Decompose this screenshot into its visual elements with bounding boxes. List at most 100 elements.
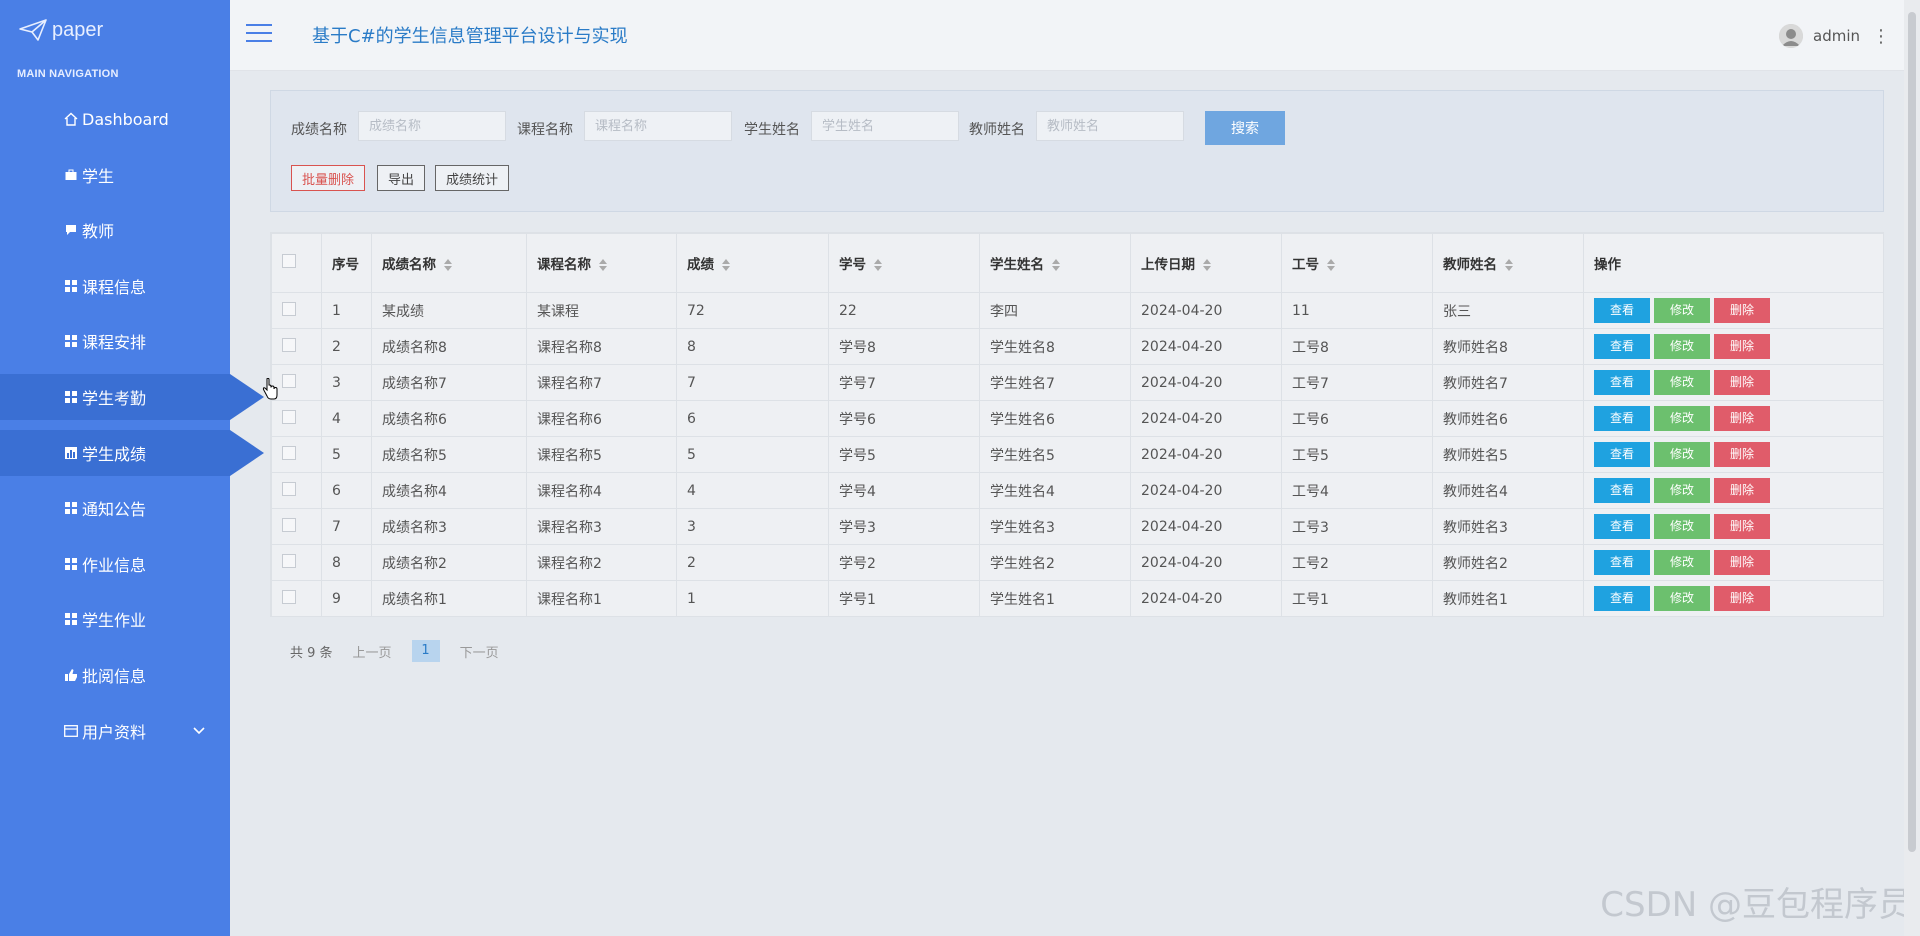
row-select-cell xyxy=(271,544,322,581)
sort-icon[interactable] xyxy=(1327,259,1335,271)
row-checkbox[interactable] xyxy=(282,553,296,568)
delete-button[interactable]: 删除 xyxy=(1714,586,1770,611)
delete-button[interactable]: 删除 xyxy=(1714,334,1770,359)
edit-button[interactable]: 修改 xyxy=(1654,442,1710,467)
scrollbar-thumb[interactable] xyxy=(1908,12,1916,852)
edit-button[interactable]: 修改 xyxy=(1654,550,1710,575)
menu-toggle-icon[interactable] xyxy=(246,24,272,44)
column-header-sortable[interactable]: 工号 xyxy=(1281,233,1433,293)
prev-page-link[interactable]: 上一页 xyxy=(353,642,392,661)
sidebar-item-student-homework[interactable]: 学生作业 xyxy=(0,596,230,642)
sidebar-item-course-info[interactable]: 课程信息 xyxy=(0,263,230,309)
sidebar-item-students[interactable]: 学生 xyxy=(0,152,230,198)
sort-icon[interactable] xyxy=(1052,259,1060,271)
grade-stats-button[interactable]: 成绩统计 xyxy=(435,165,510,191)
table-cell: 教师姓名5 xyxy=(1432,436,1584,473)
edit-button[interactable]: 修改 xyxy=(1654,586,1710,611)
sort-icon[interactable] xyxy=(444,259,452,271)
sidebar-item-label: 学生成绩 xyxy=(82,444,147,464)
view-button[interactable]: 查看 xyxy=(1594,442,1650,467)
edit-button[interactable]: 修改 xyxy=(1654,406,1710,431)
edit-button[interactable]: 修改 xyxy=(1654,298,1710,323)
delete-button[interactable]: 删除 xyxy=(1714,298,1770,323)
view-button[interactable]: 查看 xyxy=(1594,586,1650,611)
sort-icon[interactable] xyxy=(1203,259,1211,271)
teacher-name-input[interactable] xyxy=(1036,111,1184,141)
avatar[interactable] xyxy=(1779,24,1803,48)
table-cell: 3 xyxy=(676,508,829,545)
thumbs-up-icon xyxy=(64,668,78,682)
grade-name-input[interactable] xyxy=(358,111,506,141)
delete-button[interactable]: 删除 xyxy=(1714,406,1770,431)
sort-icon[interactable] xyxy=(1505,259,1513,271)
briefcase-icon xyxy=(64,168,78,182)
row-checkbox[interactable] xyxy=(282,337,296,352)
view-button[interactable]: 查看 xyxy=(1594,406,1650,431)
column-header-sortable[interactable]: 成绩名称 xyxy=(371,233,527,293)
next-page-link[interactable]: 下一页 xyxy=(460,642,499,661)
row-checkbox[interactable] xyxy=(282,301,296,316)
table-row: 3 成绩名称7 课程名称7 7 学号7 学生姓名7 2024-04-20 工号7 教师姓名7 查看… xyxy=(271,364,1884,401)
edit-button[interactable]: 修改 xyxy=(1654,370,1710,395)
column-header-sortable[interactable]: 上传日期 xyxy=(1130,233,1282,293)
table-row: 5 成绩名称5 课程名称5 5 学号5 学生姓名5 2024-04-20 工号5 教师姓名5 查看… xyxy=(271,436,1884,473)
grades-table: 序号 成绩名称 课程名称 成绩 学号 学生姓名 上传日期 工号 教师姓名 操作 … xyxy=(270,232,1884,617)
sidebar-item-label: 用户资料 xyxy=(82,722,147,742)
row-checkbox[interactable] xyxy=(282,589,296,604)
sidebar-item-profile[interactable]: 用户资料 xyxy=(0,708,230,754)
row-checkbox[interactable] xyxy=(282,481,296,496)
column-header-sortable[interactable]: 学生姓名 xyxy=(979,233,1131,293)
view-button[interactable]: 查看 xyxy=(1594,514,1650,539)
table-cell: 学号7 xyxy=(828,364,980,401)
sidebar-item-homework-info[interactable]: 作业信息 xyxy=(0,541,230,587)
select-all-cell xyxy=(271,233,322,293)
sidebar-item-review[interactable]: 批阅信息 xyxy=(0,652,230,698)
row-checkbox[interactable] xyxy=(282,409,296,424)
column-header-sortable[interactable]: 成绩 xyxy=(676,233,829,293)
delete-button[interactable]: 删除 xyxy=(1714,442,1770,467)
row-actions: 查看 修改 删除 xyxy=(1583,544,1884,581)
column-header-sortable[interactable]: 学号 xyxy=(828,233,980,293)
logo[interactable]: paper xyxy=(18,14,103,46)
sidebar-item-notices[interactable]: 通知公告 xyxy=(0,485,230,531)
more-vertical-icon[interactable]: ⋮ xyxy=(1872,26,1890,47)
row-checkbox[interactable] xyxy=(282,445,296,460)
delete-button[interactable]: 删除 xyxy=(1714,550,1770,575)
table-cell: 学生姓名7 xyxy=(979,364,1131,401)
select-all-checkbox[interactable] xyxy=(282,254,296,268)
delete-button[interactable]: 删除 xyxy=(1714,478,1770,503)
sidebar-item-grades[interactable]: 学生成绩 xyxy=(0,429,264,476)
edit-button[interactable]: 修改 xyxy=(1654,334,1710,359)
edit-button[interactable]: 修改 xyxy=(1654,514,1710,539)
view-button[interactable]: 查看 xyxy=(1594,370,1650,395)
sort-icon[interactable] xyxy=(599,259,607,271)
search-button[interactable]: 搜索 xyxy=(1205,111,1285,145)
sidebar-item-attendance[interactable]: 学生考勤 xyxy=(0,373,264,420)
delete-button[interactable]: 删除 xyxy=(1714,514,1770,539)
column-header-sortable[interactable]: 教师姓名 xyxy=(1432,233,1584,293)
page-title: 基于C#的学生信息管理平台设计与实现 xyxy=(312,26,628,47)
edit-button[interactable]: 修改 xyxy=(1654,478,1710,503)
sidebar-item-dashboard[interactable]: Dashboard xyxy=(0,96,230,142)
view-button[interactable]: 查看 xyxy=(1594,334,1650,359)
view-button[interactable]: 查看 xyxy=(1594,550,1650,575)
view-button[interactable]: 查看 xyxy=(1594,298,1650,323)
vertical-scrollbar[interactable] xyxy=(1904,0,1920,936)
sort-icon[interactable] xyxy=(722,259,730,271)
current-page[interactable]: 1 xyxy=(411,640,440,662)
row-checkbox[interactable] xyxy=(282,373,296,388)
user-menu[interactable]: admin ⋮ xyxy=(1779,24,1890,48)
row-checkbox[interactable] xyxy=(282,517,296,532)
batch-delete-button[interactable]: 批量删除 xyxy=(291,165,366,191)
sidebar-item-teachers[interactable]: 教师 xyxy=(0,207,230,253)
student-name-input[interactable] xyxy=(811,111,959,141)
table-cell: 5 xyxy=(321,436,372,473)
view-button[interactable]: 查看 xyxy=(1594,478,1650,503)
sidebar-item-course-schedule[interactable]: 课程安排 xyxy=(0,318,230,364)
sort-icon[interactable] xyxy=(874,259,882,271)
sidebar-item-label: 通知公告 xyxy=(82,500,147,520)
course-name-input[interactable] xyxy=(584,111,732,141)
column-header-sortable[interactable]: 课程名称 xyxy=(526,233,677,293)
export-button[interactable]: 导出 xyxy=(377,165,426,191)
delete-button[interactable]: 删除 xyxy=(1714,370,1770,395)
